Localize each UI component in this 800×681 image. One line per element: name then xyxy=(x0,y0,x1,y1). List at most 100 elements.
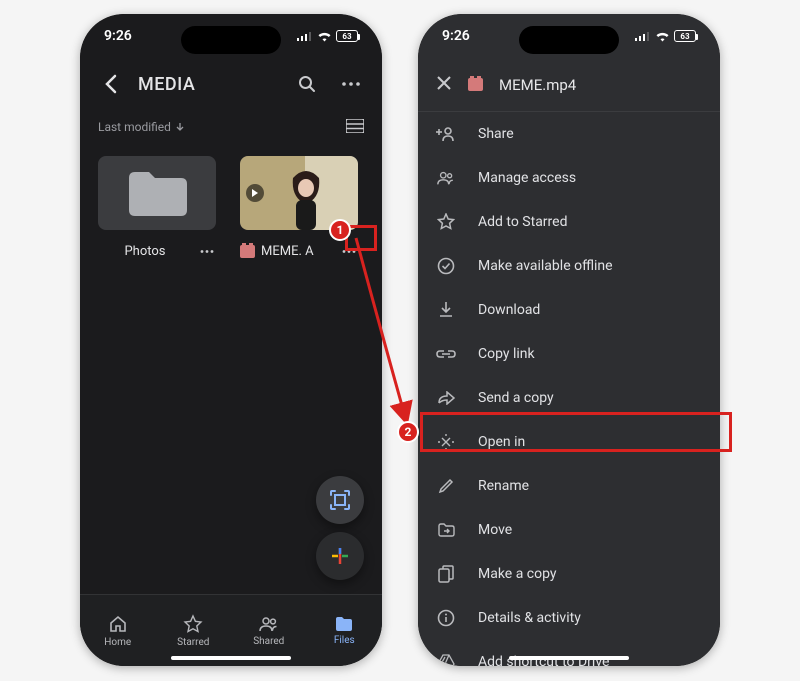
menu-download[interactable]: Download xyxy=(418,288,720,332)
status-time: 9:26 xyxy=(442,28,470,44)
sort-row: Last modified xyxy=(80,110,382,144)
person-add-icon xyxy=(436,126,456,142)
close-icon xyxy=(436,75,452,91)
menu-label: Move xyxy=(478,522,512,538)
plus-icon xyxy=(329,545,351,567)
offline-icon xyxy=(437,257,455,275)
home-indicator[interactable] xyxy=(509,656,629,660)
people-icon xyxy=(258,615,280,633)
status-right: 63 xyxy=(297,30,358,42)
signal-icon xyxy=(297,31,313,41)
pencil-icon xyxy=(438,478,454,494)
battery-icon: 63 xyxy=(674,30,696,42)
copy-icon xyxy=(438,565,454,583)
callout-number: 2 xyxy=(405,425,412,439)
list-view-icon xyxy=(346,119,364,133)
wifi-icon xyxy=(655,31,670,42)
info-icon xyxy=(437,609,455,627)
menu-offline[interactable]: Make available offline xyxy=(418,244,720,288)
move-folder-icon xyxy=(437,523,455,537)
sheet-header: MEME.mp4 xyxy=(418,58,720,112)
search-button[interactable] xyxy=(290,67,324,101)
battery-level: 63 xyxy=(342,32,351,41)
overflow-button[interactable] xyxy=(334,67,368,101)
folder-thumbnail xyxy=(98,156,216,230)
more-horiz-icon xyxy=(200,250,214,253)
folder-more-button[interactable] xyxy=(198,242,216,260)
menu-label: Manage access xyxy=(478,170,576,186)
menu-shortcut[interactable]: Add shortcut to Drive xyxy=(418,640,720,666)
download-icon xyxy=(438,301,454,319)
view-toggle-button[interactable] xyxy=(346,119,364,136)
folder-item[interactable]: Photos xyxy=(98,156,216,260)
battery-icon: 63 xyxy=(336,30,358,42)
page-title: MEDIA xyxy=(138,74,195,95)
more-horiz-icon xyxy=(342,82,360,86)
phone-left: 9:26 63 MEDIA Last modified xyxy=(80,14,382,666)
nav-home[interactable]: Home xyxy=(80,595,156,666)
menu-label: Add to Starred xyxy=(478,214,567,230)
search-icon xyxy=(298,75,316,93)
nav-starred-label: Starred xyxy=(177,637,209,648)
battery-level: 63 xyxy=(680,32,689,41)
sheet-filename: MEME.mp4 xyxy=(499,76,576,94)
star-icon xyxy=(437,213,455,231)
action-menu: Share Manage access Add to Starred Make … xyxy=(418,112,720,666)
callout-number: 1 xyxy=(337,223,344,237)
wifi-icon xyxy=(317,31,332,42)
callout-badge-2: 2 xyxy=(397,421,419,443)
callout-box-2 xyxy=(420,412,732,452)
menu-label: Send a copy xyxy=(478,390,554,406)
scan-icon xyxy=(329,489,351,511)
back-button[interactable] xyxy=(94,67,128,101)
play-overlay xyxy=(246,184,264,202)
nav-files-label: Files xyxy=(334,635,355,646)
nav-files[interactable]: Files xyxy=(307,595,383,666)
sort-button[interactable]: Last modified xyxy=(98,120,185,134)
star-icon xyxy=(183,614,203,634)
chevron-left-icon xyxy=(104,74,118,94)
menu-rename[interactable]: Rename xyxy=(418,464,720,508)
file-type-icon xyxy=(468,78,483,91)
menu-label: Make available offline xyxy=(478,258,613,274)
fab-scan-button[interactable] xyxy=(316,476,364,524)
menu-make-copy[interactable]: Make a copy xyxy=(418,552,720,596)
close-button[interactable] xyxy=(436,75,452,95)
arrow-down-icon xyxy=(175,122,185,132)
home-icon xyxy=(108,614,128,634)
menu-label: Download xyxy=(478,302,540,318)
menu-copy-link[interactable]: Copy link xyxy=(418,332,720,376)
video-type-icon xyxy=(240,245,255,258)
video-item[interactable]: MEME. A xyxy=(240,156,358,260)
menu-label: Copy link xyxy=(478,346,535,362)
thumbnail-person xyxy=(285,170,327,230)
sort-label: Last modified xyxy=(98,120,171,134)
notch xyxy=(519,26,619,54)
phone-right: 9:26 63 MEME.mp4 Share Manage access xyxy=(418,14,720,666)
menu-label: Share xyxy=(478,126,514,142)
menu-label: Make a copy xyxy=(478,566,557,582)
menu-share[interactable]: Share xyxy=(418,112,720,156)
folder-label-row: Photos xyxy=(98,242,216,260)
nav-home-label: Home xyxy=(104,637,131,648)
folder-icon xyxy=(334,616,354,632)
signal-icon xyxy=(635,31,651,41)
folder-icon xyxy=(125,168,189,218)
status-time: 9:26 xyxy=(104,28,132,44)
nav-shared-label: Shared xyxy=(253,636,284,647)
arrow-forward-icon xyxy=(437,391,455,405)
video-label-row: MEME. A xyxy=(240,242,358,260)
menu-label: Rename xyxy=(478,478,529,494)
home-indicator[interactable] xyxy=(171,656,291,660)
people-icon xyxy=(436,170,456,186)
menu-manage-access[interactable]: Manage access xyxy=(418,156,720,200)
video-label: MEME. A xyxy=(261,244,314,259)
link-icon xyxy=(436,349,456,359)
menu-label: Details & activity xyxy=(478,610,581,626)
drive-shortcut-icon xyxy=(437,654,455,666)
menu-details[interactable]: Details & activity xyxy=(418,596,720,640)
fab-new-button[interactable] xyxy=(316,532,364,580)
status-right: 63 xyxy=(635,30,696,42)
menu-move[interactable]: Move xyxy=(418,508,720,552)
menu-add-starred[interactable]: Add to Starred xyxy=(418,200,720,244)
